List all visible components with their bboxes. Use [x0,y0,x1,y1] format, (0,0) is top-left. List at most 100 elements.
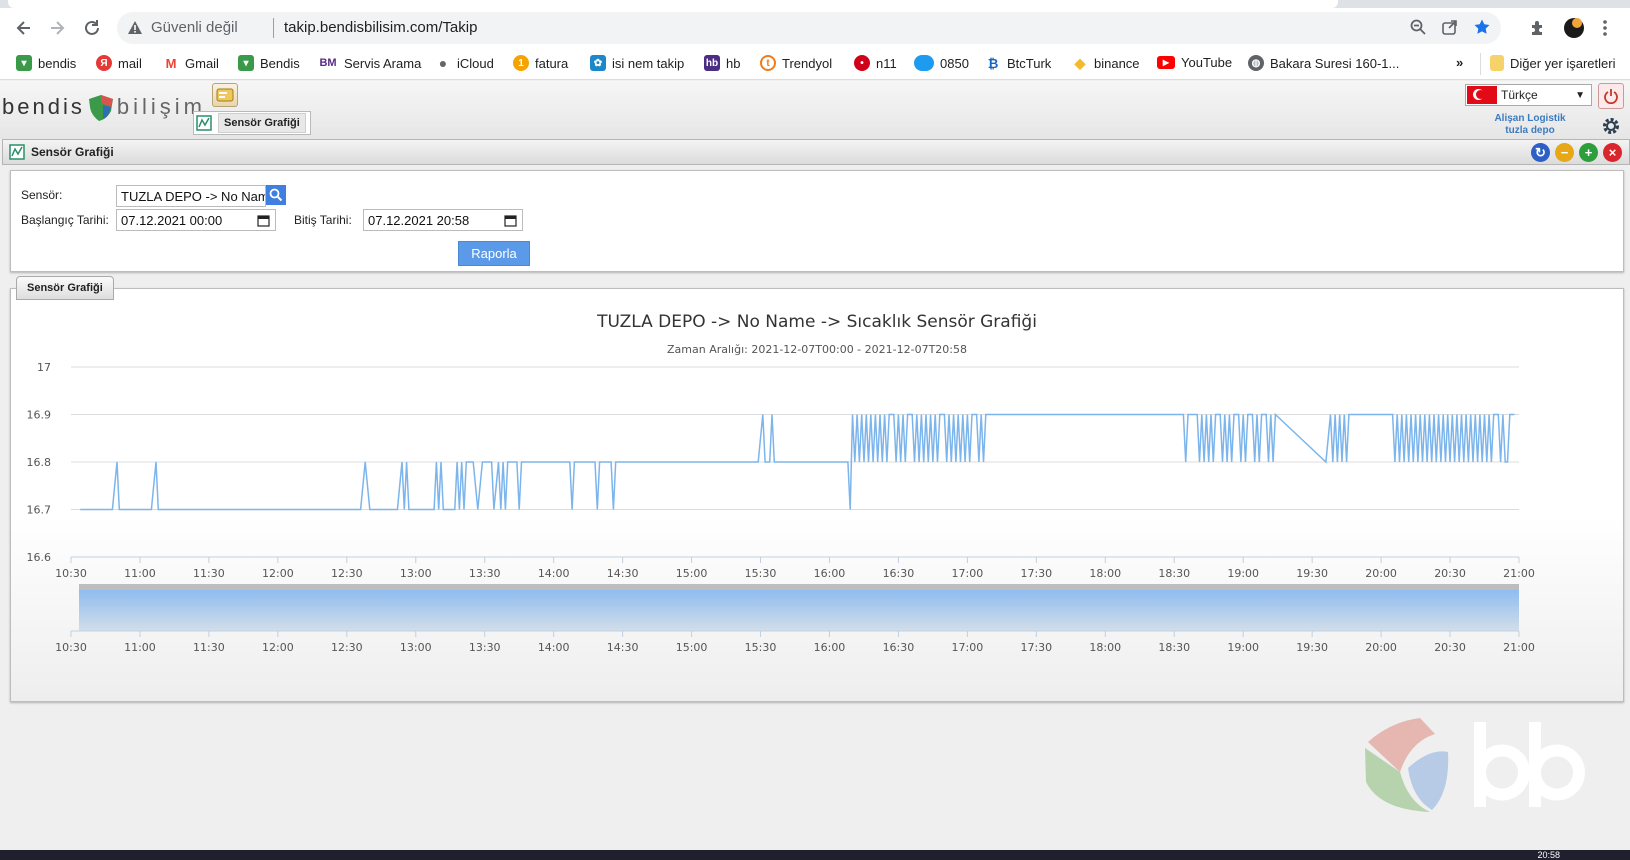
window-title-bar: Sensör Grafiği ↻ − + × [2,139,1630,165]
navigator-tick-label: 16:30 [883,641,915,654]
x-tick-label: 12:30 [331,567,363,580]
bookmark-item[interactable]: ₿ BtcTurk [985,55,1051,71]
power-icon [1604,89,1618,104]
close-window-button[interactable]: × [1603,143,1622,162]
trendyol-icon: t [760,55,776,71]
bookmark-item[interactable]: 1 fatura [513,55,568,71]
bookmark-item[interactable]: ◍ Bakara Suresi 160-1... [1248,55,1399,71]
navigator-tick-label: 21:00 [1503,641,1535,654]
x-tick-label: 13:30 [469,567,501,580]
browser-menu-button[interactable] [1593,16,1617,40]
zoom-icon[interactable] [1409,18,1427,36]
omnibox[interactable]: Güvenli değil takip.bendisbilisim.com/Ta… [117,12,1501,44]
bookmark-label: Trendyol [782,55,833,71]
start-date-input[interactable]: 07.12.2021 00:00 [116,209,276,231]
sensor-label: Sensör: [21,188,63,202]
bm-icon: BM [318,55,338,71]
start-date-label: Başlangıç Tarihi: [21,213,109,227]
back-button[interactable] [12,16,36,40]
share-icon[interactable] [1441,18,1459,36]
maximize-window-button[interactable]: + [1579,143,1598,162]
app-header: bendis bilişim Sensör Grafiği Türkçe ▼ A… [0,81,1630,139]
logout-button[interactable] [1598,83,1624,109]
bookmark-item[interactable]: t Trendyol [760,55,832,71]
open-module-tab[interactable]: Sensör Grafiği [193,111,311,135]
card-icon [216,88,234,102]
navigator-tick-label: 14:30 [607,641,639,654]
bookmark-item[interactable]: ◆ binance [1072,55,1140,71]
brand-logo[interactable]: bendis bilişim [2,91,206,123]
bookmark-item[interactable]: ▶ YouTube [1157,55,1232,70]
x-tick-label: 17:00 [952,567,984,580]
language-select[interactable]: Türkçe ▼ [1465,84,1592,106]
bb-watermark-logo [1365,718,1585,812]
calendar-icon[interactable] [504,214,517,227]
navigator-tick-label: 11:00 [124,641,156,654]
x-tick-label: 11:00 [124,567,156,580]
omnibox-divider [273,18,274,38]
sensor-input[interactable]: TUZLA DEPO -> No Name [116,185,266,207]
x-tick-label: 19:00 [1227,567,1259,580]
open-module-tab-label: Sensör Grafiği [218,113,306,133]
calendar-icon[interactable] [257,214,270,227]
x-tick-label: 19:30 [1296,567,1328,580]
bookmark-item[interactable]: ▾ Bendis [238,55,300,71]
sensor-icon: ✿ [590,55,606,71]
bookmark-item[interactable]: M Gmail [163,55,219,71]
navigator-tick-label: 20:30 [1434,641,1466,654]
chart-title: TUZLA DEPO -> No Name -> Sıcaklık Sensör… [596,312,1037,332]
navigator-tick-label: 13:00 [400,641,432,654]
forward-button[interactable] [45,16,69,40]
globe-icon: ◍ [1248,55,1264,71]
module-menu-button[interactable] [212,83,238,107]
warning-icon [128,21,142,34]
bookmark-item[interactable]: ▾ bendis [16,55,76,71]
bookmark-item[interactable]: ● iCloud [435,55,494,71]
language-value: Türkçe [1501,88,1538,102]
x-tick-label: 10:30 [55,567,87,580]
minimize-window-button[interactable]: − [1555,143,1574,162]
navigator-scrollbar[interactable] [79,584,1519,590]
reload-button[interactable] [80,16,104,40]
y-tick-label: 16.7 [27,504,52,517]
bookmark-label: n11 [876,55,897,71]
navigator-area[interactable] [79,590,1519,631]
settings-button[interactable] [1598,113,1624,139]
report-button[interactable]: Raporla [458,241,530,266]
bookmark-item[interactable]: Яmail [96,55,142,71]
navigator-tick-label: 19:00 [1227,641,1259,654]
url-text[interactable]: takip.bendisbilisim.com/Takip [284,19,477,36]
bookmark-item[interactable]: • n11 [854,55,897,71]
bookmark-label: bendis [38,55,77,71]
graph-panel: TUZLA DEPO -> No Name -> Sıcaklık Sensör… [10,288,1624,702]
navigator-tick-label: 15:30 [745,641,777,654]
bookmark-label: Gmail [185,55,219,71]
bookmark-item[interactable]: ✿ isi nem takip [590,55,684,71]
sensor-line-chart[interactable]: TUZLA DEPO -> No Name -> Sıcaklık Sensör… [11,289,1623,701]
profile-avatar[interactable] [1562,16,1586,40]
x-tick-label: 11:30 [193,567,225,580]
security-label[interactable]: Güvenli değil [151,19,238,36]
active-tab[interactable] [8,0,1338,8]
end-date-label: Bitiş Tarihi: [294,213,352,227]
other-bookmarks-folder[interactable]: Diğer yer işaretleri [1490,55,1615,71]
y-tick-label: 16.8 [27,456,52,469]
navigator-tick-label: 17:00 [952,641,984,654]
bookmark-label: Bendis [260,55,300,71]
navigator-tick-label: 10:30 [55,641,87,654]
bookmarks-bar: ▾ bendis Яmail M Gmail ▾ Bendis BM Servis Ar… [0,48,1630,80]
bookmark-item[interactable]: BM Servis Arama [318,55,421,71]
sensor-search-button[interactable] [266,185,286,205]
bookmark-item[interactable]: 0850 [914,55,969,71]
plus-icon: + [1584,145,1593,160]
extensions-button[interactable] [1526,16,1550,40]
more-bookmarks-label: » [1456,55,1464,70]
refresh-window-button[interactable]: ↻ [1531,143,1550,162]
more-bookmarks-button[interactable]: » [1456,55,1463,70]
graph-panel-tab[interactable]: Sensör Grafiği [16,276,114,300]
end-date-input[interactable]: 07.12.2021 20:58 [363,209,523,231]
star-icon[interactable] [1473,18,1491,36]
navigator-tick-label: 11:30 [193,641,225,654]
bookmark-item[interactable]: hb hb [704,55,740,71]
bookmark-label: YouTube [1181,55,1233,70]
